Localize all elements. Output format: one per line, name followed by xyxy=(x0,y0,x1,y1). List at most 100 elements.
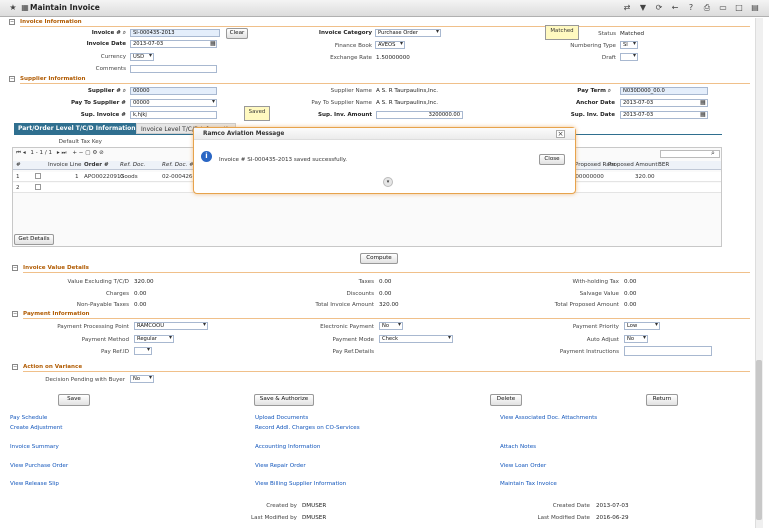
link-upload-documents[interactable]: Upload Documents xyxy=(255,415,308,421)
value-excl-value: 320.00 xyxy=(134,279,154,285)
link-view-release-slip[interactable]: View Release Slip xyxy=(10,481,59,487)
window-icon[interactable]: ▭ xyxy=(718,3,728,13)
priority-label: Payment Priority xyxy=(572,324,619,330)
pay-to-label: Pay To Supplier # xyxy=(70,100,126,106)
link-view-repair-order[interactable]: View Repair Order xyxy=(255,463,306,469)
section-invoice-info: Invoice Information xyxy=(20,19,82,25)
page-title: Maintain Invoice xyxy=(30,3,100,12)
electronic-select[interactable]: No xyxy=(379,322,403,330)
dialog-close-icon[interactable]: × xyxy=(556,130,565,138)
scrollbar-thumb[interactable] xyxy=(756,360,762,520)
decision-select[interactable]: No xyxy=(130,375,154,383)
supplier-no-field[interactable]: 00000 xyxy=(130,87,217,95)
invoice-no-field[interactable]: SI-000435-2013 xyxy=(130,29,220,37)
collapse-icon[interactable]: − xyxy=(12,265,18,271)
collapse-icon[interactable]: − xyxy=(12,311,18,317)
repeat-icon[interactable]: ⟳ xyxy=(654,3,664,13)
link-maintain-tax-invoice[interactable]: Maintain Tax Invoice xyxy=(500,481,557,487)
grid-header-ref-doc-no: Ref. Doc. # xyxy=(162,162,194,168)
collapse-icon[interactable]: − xyxy=(9,19,15,25)
dialog-close-button[interactable]: Close xyxy=(539,154,565,165)
maximize-icon[interactable]: □ xyxy=(734,3,744,13)
back-icon[interactable]: ← xyxy=(670,3,680,13)
copy-icon[interactable]: ▢ xyxy=(85,150,90,156)
link-invoice-summary[interactable]: Invoice Summary xyxy=(10,444,59,450)
return-button[interactable]: Return xyxy=(646,394,678,406)
first-page-icon[interactable]: ⏮ xyxy=(16,150,21,156)
divider xyxy=(23,318,750,319)
pay-term-field[interactable]: N030D000_00.0 xyxy=(620,87,708,95)
delete-button[interactable]: Delete xyxy=(490,394,522,406)
add-row-icon[interactable]: + xyxy=(72,150,77,156)
link-attach-notes[interactable]: Attach Notes xyxy=(500,444,536,450)
shuffle-icon[interactable]: ⇄ xyxy=(622,3,632,13)
draft-select[interactable] xyxy=(620,53,638,61)
link-view-billing-supplier[interactable]: View Billing Supplier Information xyxy=(255,481,346,487)
link-pay-schedule[interactable]: Pay Schedule xyxy=(10,415,47,421)
payment-point-select[interactable]: RAMCOOU xyxy=(134,322,208,330)
status-label: Status xyxy=(598,31,616,37)
get-details-button[interactable]: Get Details xyxy=(14,234,54,245)
filter-grid-icon[interactable]: ⊘ xyxy=(99,150,104,156)
save-authorize-button[interactable]: Save & Authorize xyxy=(254,394,314,406)
tab-part-order-level[interactable]: Part/Order Level T/C/D Information xyxy=(14,123,140,134)
print-icon[interactable]: ⎙ xyxy=(702,3,712,13)
settings-icon[interactable]: ⚙ xyxy=(92,150,97,156)
link-view-associated-attachments[interactable]: View Associated Doc. Attachments xyxy=(500,415,597,421)
divider xyxy=(23,272,750,273)
payment-mode-select[interactable]: Check xyxy=(379,335,453,343)
last-page-icon[interactable]: ⏭ xyxy=(62,150,67,156)
link-record-addl-charges[interactable]: Record Addl. Charges on CO-Services xyxy=(255,425,360,431)
auto-adjust-label: Auto Adjust xyxy=(586,337,619,343)
pay-ref-select[interactable] xyxy=(134,347,152,355)
invoice-date-field[interactable]: 2013-07-03 xyxy=(130,40,217,48)
help-icon[interactable]: ? xyxy=(686,3,696,13)
link-view-loan-order[interactable]: View Loan Order xyxy=(500,463,546,469)
next-page-icon[interactable]: ▸ xyxy=(57,150,60,156)
calendar-icon[interactable]: ▦ xyxy=(700,99,706,106)
expand-icon[interactable]: ▾ xyxy=(383,177,393,187)
prev-page-icon[interactable]: ◂ xyxy=(23,150,26,156)
supplier-name-value: A S. R Taurpaulins,Inc. xyxy=(376,88,439,94)
calendar-icon[interactable]: ▦ xyxy=(210,40,216,47)
priority-select[interactable]: Low xyxy=(624,322,660,330)
search-icon[interactable]: ⌕ xyxy=(711,149,715,158)
sup-invoice-field[interactable]: k,hjkj xyxy=(130,111,217,119)
category-select[interactable]: Purchase Order xyxy=(375,29,441,37)
grid-toolbar: ⏮ ◂ 1 - 1 / 1 ▸ ⏭ + − ▢ ⚙ ⊘ xyxy=(16,150,196,159)
pay-to-select[interactable]: 00000 xyxy=(130,99,217,107)
instructions-field[interactable] xyxy=(624,346,712,356)
sup-inv-date-field[interactable]: 2013-07-03 xyxy=(620,111,708,119)
non-payable-value: 0.00 xyxy=(134,302,147,308)
compute-button[interactable]: Compute xyxy=(360,253,398,264)
row-checkbox[interactable] xyxy=(35,173,41,179)
auto-adjust-select[interactable]: No xyxy=(624,335,648,343)
numbering-type-select[interactable]: SI xyxy=(620,41,638,49)
list-icon[interactable]: ▤ xyxy=(750,3,760,13)
row-checkbox[interactable] xyxy=(35,184,41,190)
sup-inv-amount-label: Sup. Inv. Amount xyxy=(317,112,372,118)
grid-header-order: Order # xyxy=(84,162,109,168)
currency-select[interactable]: USD xyxy=(130,53,154,61)
modified-date-label: Last Modified Date xyxy=(537,515,590,521)
collapse-icon[interactable]: − xyxy=(12,364,18,370)
link-create-adjustment[interactable]: Create Adjustment xyxy=(10,425,62,431)
link-view-purchase-order[interactable]: View Purchase Order xyxy=(10,463,68,469)
grid-icon[interactable]: ▦ xyxy=(20,3,30,13)
anchor-date-field[interactable]: 2013-07-03 xyxy=(620,99,708,107)
clear-button[interactable]: Clear xyxy=(226,28,248,39)
sup-inv-amount-field[interactable]: 3200000.00 xyxy=(376,111,463,119)
finance-book-select[interactable]: AVEOS xyxy=(375,41,405,49)
draft-label: Draft xyxy=(601,55,616,61)
save-button[interactable]: Save xyxy=(58,394,90,406)
star-icon[interactable]: ★ xyxy=(8,3,18,13)
filter-icon[interactable]: ▼ xyxy=(638,3,648,13)
calendar-icon[interactable]: ▦ xyxy=(700,111,706,118)
instructions-label: Payment Instructions xyxy=(559,349,619,355)
collapse-icon[interactable]: − xyxy=(9,76,15,82)
comments-field[interactable] xyxy=(130,65,217,73)
payment-method-select[interactable]: Regular xyxy=(134,335,174,343)
link-accounting-information[interactable]: Accounting Information xyxy=(255,444,320,450)
delete-row-icon[interactable]: − xyxy=(79,150,84,156)
pay-term-label: Pay Term ⌕ xyxy=(577,88,611,94)
